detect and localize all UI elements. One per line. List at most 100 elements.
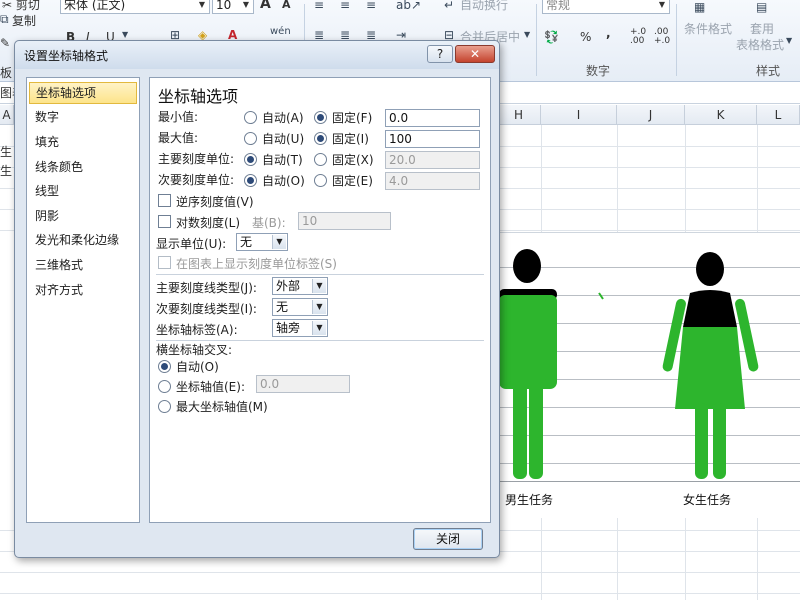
nav-item-line-style[interactable]: 线型 xyxy=(29,180,137,202)
column-header-j[interactable]: J xyxy=(617,105,685,125)
chevron-down-icon[interactable]: ▼ xyxy=(786,36,792,45)
major-value-input[interactable]: 20.0 xyxy=(385,151,480,169)
minor-value-input[interactable]: 4.0 xyxy=(385,172,480,190)
display-units-select[interactable]: 无 ▼ xyxy=(236,233,288,251)
conditional-format-icon[interactable]: ▦ xyxy=(694,0,705,14)
minor-unit-label: 次要刻度单位: xyxy=(158,173,235,187)
minor-auto-radio[interactable] xyxy=(244,174,257,187)
copy-icon[interactable]: ⧉ xyxy=(0,12,9,27)
major-fixed-radio[interactable] xyxy=(314,153,327,166)
cross-auto-label[interactable]: 自动(O) xyxy=(176,358,219,375)
percent-button[interactable]: % xyxy=(580,30,591,44)
wrap-text-button[interactable]: 自动换行 xyxy=(460,0,508,13)
cross-value-label[interactable]: 坐标轴值(E): xyxy=(176,378,245,395)
major-auto-radio[interactable] xyxy=(244,153,257,166)
nav-item-axis-options[interactable]: 坐标轴选项 xyxy=(29,82,137,104)
cell-text[interactable]: 生 xyxy=(0,143,12,160)
minor-fixed-radio[interactable] xyxy=(314,174,327,187)
format-painter-icon[interactable]: ✎ xyxy=(0,36,10,50)
nav-item-alignment[interactable]: 对齐方式 xyxy=(29,279,137,301)
min-value-input[interactable]: 0.0 xyxy=(385,109,480,127)
format-table-button-line2[interactable]: 表格格式 xyxy=(736,36,784,53)
minor-tick-select[interactable]: 无 ▼ xyxy=(272,298,328,316)
major-tick-select[interactable]: 外部 ▼ xyxy=(272,277,328,295)
align-bottom-icon[interactable]: ≡ xyxy=(366,0,376,12)
nav-item-fill[interactable]: 填充 xyxy=(29,131,137,153)
cell-text[interactable]: 生 xyxy=(0,162,12,179)
style-group-label: 样式 xyxy=(756,64,781,78)
phonetic-icon[interactable]: wén xyxy=(270,26,291,37)
close-button[interactable]: 关闭 xyxy=(413,528,483,550)
min-fixed-radio[interactable] xyxy=(314,111,327,124)
cross-max-label[interactable]: 最大坐标轴值(M) xyxy=(176,398,268,415)
max-fixed-label[interactable]: 固定(I) xyxy=(332,130,369,147)
decrease-decimal-button[interactable]: .00 +.0 xyxy=(654,28,674,46)
axis-labels-select[interactable]: 轴旁 ▼ xyxy=(272,319,328,337)
increase-decimal-button[interactable]: +.0 .00 xyxy=(630,28,650,46)
log-base-input[interactable]: 10 xyxy=(298,212,391,230)
copy-button[interactable]: 复制 xyxy=(12,12,36,29)
max-fixed-radio[interactable] xyxy=(314,132,327,145)
cross-auto-radio[interactable] xyxy=(158,360,171,373)
cross-max-radio[interactable] xyxy=(158,400,171,413)
show-units-label[interactable]: 在图表上显示刻度单位标签(S) xyxy=(176,255,337,272)
max-value-input[interactable]: 100 xyxy=(385,130,480,148)
chart-area[interactable]: 男生任务 女生任务 xyxy=(490,232,800,518)
format-table-button-line1[interactable]: 套用 xyxy=(750,20,774,37)
female-figure-icon[interactable] xyxy=(491,233,800,493)
reverse-order-label[interactable]: 逆序刻度值(V) xyxy=(176,193,254,210)
cross-value-radio[interactable] xyxy=(158,380,171,393)
nav-item-line-color[interactable]: 线条颜色 xyxy=(29,156,137,178)
font-name-select[interactable]: 宋体 (正文) ▼ xyxy=(60,0,210,14)
major-fixed-label[interactable]: 固定(X) xyxy=(332,151,374,168)
nav-item-glow[interactable]: 发光和柔化边缘 xyxy=(29,229,137,251)
min-auto-radio[interactable] xyxy=(244,111,257,124)
column-header-l[interactable]: L xyxy=(757,105,800,125)
align-middle-icon[interactable]: ≡ xyxy=(340,0,350,12)
comma-button[interactable]: , xyxy=(606,26,611,40)
conditional-format-button[interactable]: 条件格式 xyxy=(684,20,732,37)
minor-auto-label[interactable]: 自动(O) xyxy=(262,172,305,189)
max-auto-radio[interactable] xyxy=(244,132,257,145)
align-top-icon[interactable]: ≡ xyxy=(314,0,324,12)
grow-font-button[interactable]: A xyxy=(260,0,271,12)
column-header-h[interactable]: H xyxy=(497,105,541,125)
chevron-down-icon: ▼ xyxy=(242,0,250,9)
close-icon[interactable]: ✕ xyxy=(455,45,495,63)
chevron-down-icon: ▼ xyxy=(658,0,666,9)
cross-value-input[interactable]: 0.0 xyxy=(256,375,350,393)
display-units-value: 无 xyxy=(240,235,253,249)
number-format-select[interactable]: 常规 ▼ xyxy=(542,0,670,14)
wrap-text-icon[interactable]: ↵ xyxy=(444,0,454,12)
column-header-a-cut[interactable]: A xyxy=(0,105,14,125)
max-auto-label[interactable]: 自动(U) xyxy=(262,130,304,147)
show-units-checkbox[interactable] xyxy=(158,256,171,269)
max-label: 最大值: xyxy=(158,131,199,145)
major-auto-label[interactable]: 自动(T) xyxy=(262,151,303,168)
font-size-select[interactable]: 10 ▼ xyxy=(212,0,254,14)
currency-icon[interactable]: 💱 xyxy=(544,30,559,44)
chevron-down-icon: ▼ xyxy=(312,321,326,335)
min-fixed-label[interactable]: 固定(F) xyxy=(332,109,372,126)
help-button[interactable]: ? xyxy=(427,45,453,63)
font-name-value: 宋体 (正文) xyxy=(64,0,126,12)
format-table-icon[interactable]: ▤ xyxy=(756,0,767,14)
category-list: 坐标轴选项 数字 填充 线条颜色 线型 阴影 发光和柔化边缘 三维格式 对齐方式 xyxy=(26,77,140,523)
nav-item-shadow[interactable]: 阴影 xyxy=(29,205,137,227)
nav-item-3d-format[interactable]: 三维格式 xyxy=(29,254,137,276)
dialog-titlebar[interactable]: 设置坐标轴格式 ? ✕ xyxy=(15,41,499,69)
log-scale-checkbox[interactable] xyxy=(158,215,171,228)
column-header-k[interactable]: K xyxy=(685,105,757,125)
minor-fixed-label[interactable]: 固定(E) xyxy=(332,172,373,189)
reverse-order-checkbox[interactable] xyxy=(158,194,171,207)
column-header-i[interactable]: I xyxy=(541,105,617,125)
log-scale-label[interactable]: 对数刻度(L) xyxy=(176,214,240,231)
min-auto-label[interactable]: 自动(A) xyxy=(262,109,304,126)
orientation-icon[interactable]: ab↗ xyxy=(396,0,421,12)
nav-item-number[interactable]: 数字 xyxy=(29,106,137,128)
major-tick-label: 主要刻度线类型(J): xyxy=(156,281,257,295)
dialog-title: 设置坐标轴格式 xyxy=(24,49,109,63)
chevron-down-icon[interactable]: ▼ xyxy=(524,30,530,39)
shrink-font-button[interactable]: A xyxy=(282,0,291,11)
chevron-down-icon[interactable]: ▼ xyxy=(122,30,128,39)
